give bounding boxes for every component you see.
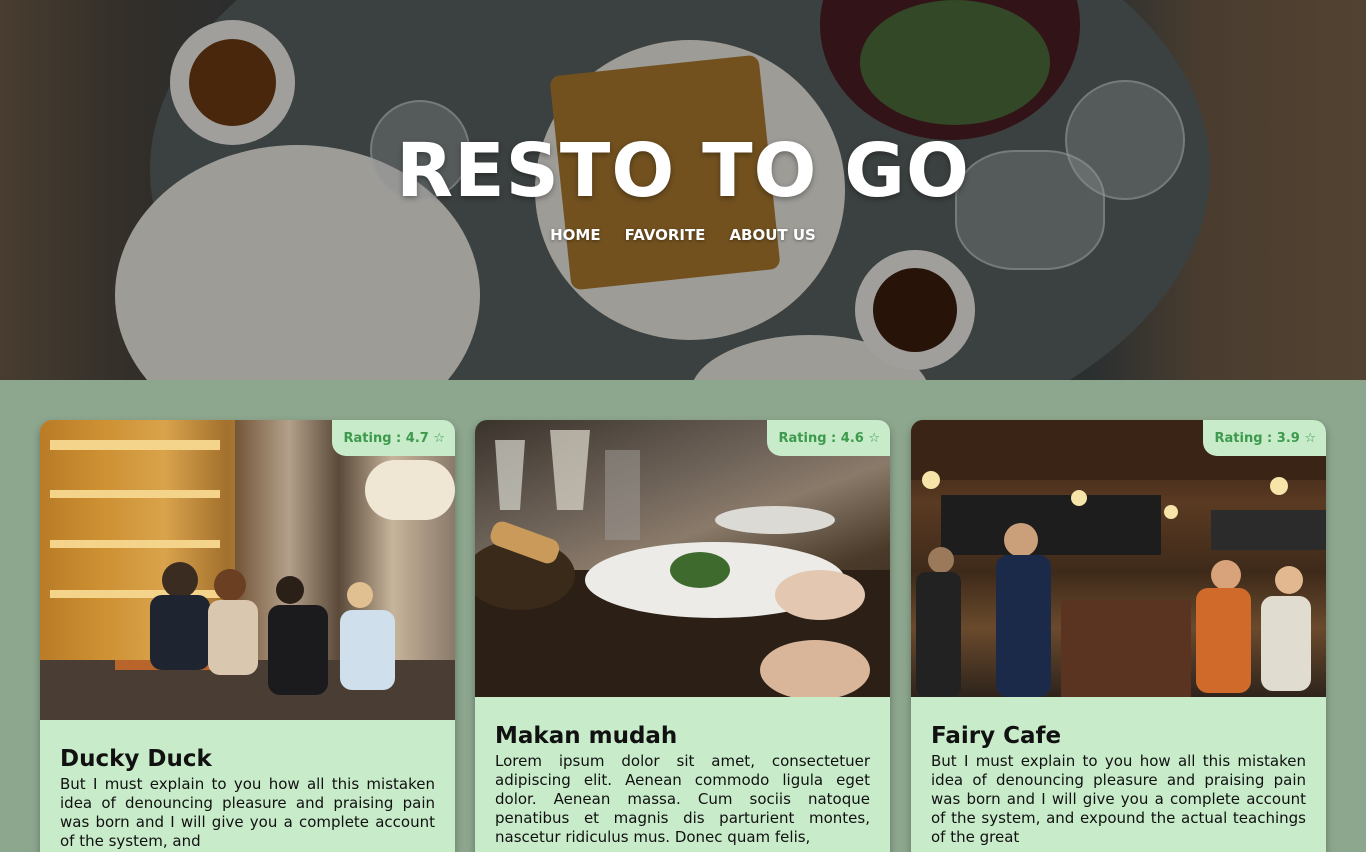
restaurant-card[interactable]: Rating : 4.6 ☆ Makan mudah Lorem ipsum d… [475,420,890,852]
restaurant-description: But I must explain to you how all this m… [60,775,435,850]
rating-badge: Rating : 3.9 ☆ [1202,420,1326,456]
restaurant-description: But I must explain to you how all this m… [931,752,1306,846]
restaurant-image: Rating : 4.6 ☆ [475,420,890,697]
restaurant-image: Rating : 4.7 ☆ [40,420,455,720]
restaurant-image: Rating : 3.9 ☆ [911,420,1326,697]
restaurant-card[interactable]: Rating : 4.7 ☆ Ducky Duck But I must exp… [40,420,455,852]
restaurant-card[interactable]: Rating : 3.9 ☆ Fairy Cafe But I must exp… [911,420,1326,852]
site-title: RESTO TO GO [396,128,970,214]
restaurant-name[interactable]: Makan mudah [495,723,870,749]
rating-badge: Rating : 4.6 ☆ [766,420,890,456]
restaurant-description: Lorem ipsum dolor sit amet, consectetuer… [495,752,870,846]
main-nav: HOME FAVORITE ABOUT US [0,226,1366,244]
nav-about-link[interactable]: ABOUT US [729,226,815,244]
rating-badge: Rating : 4.7 ☆ [331,420,455,456]
hero-banner: RESTO TO GO HOME FAVORITE ABOUT US [0,0,1366,380]
nav-home-link[interactable]: HOME [550,226,600,244]
restaurant-name[interactable]: Fairy Cafe [931,723,1306,749]
nav-favorite-link[interactable]: FAVORITE [625,226,706,244]
restaurant-name[interactable]: Ducky Duck [60,746,435,772]
